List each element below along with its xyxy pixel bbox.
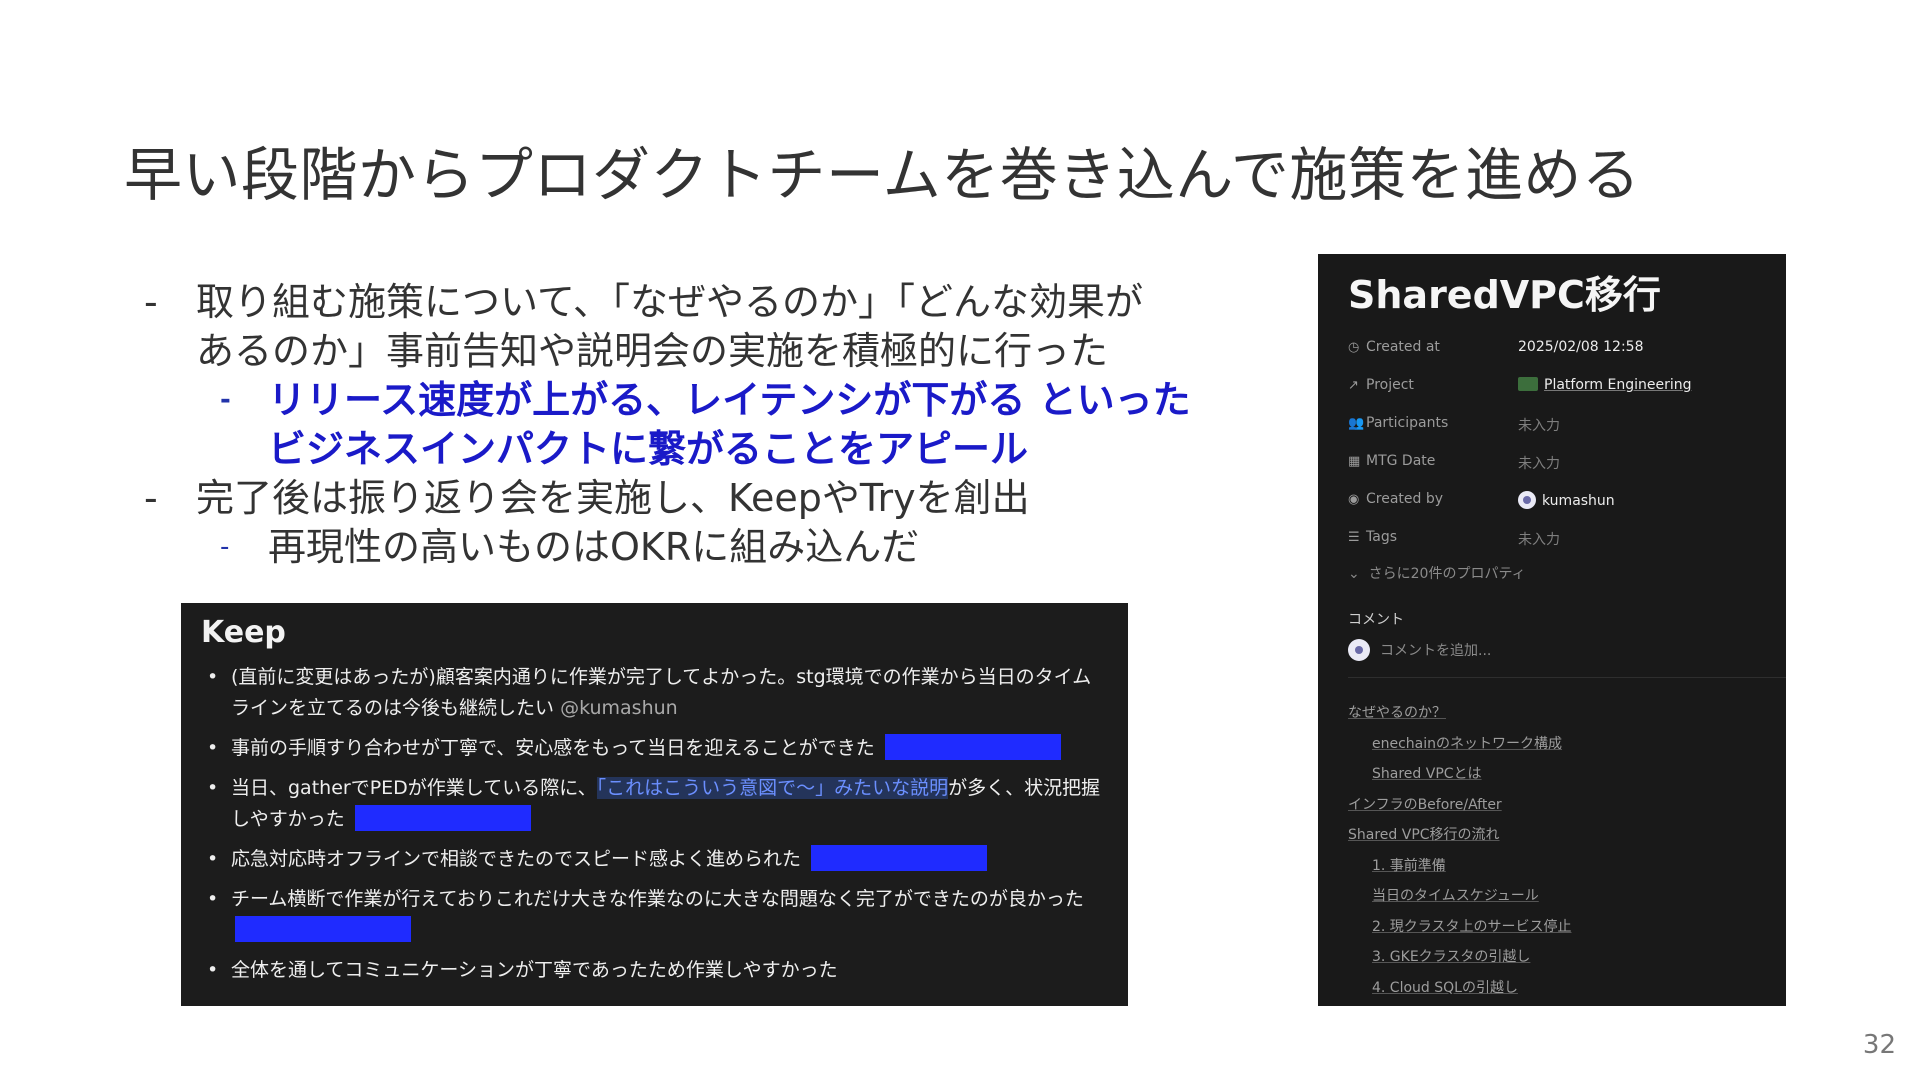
bullet-text: 完了後は振り返り会を実施し、KeepやTryを創出	[196, 476, 1030, 520]
list-icon: ☰	[1348, 530, 1360, 545]
toc-item[interactable]: enechainのネットワーク構成	[1348, 729, 1786, 760]
redaction-block	[235, 916, 411, 942]
keep-list-item: • 全体を通してコミュニケーションが丁寧であったため作業しやすかった	[201, 955, 1108, 986]
bullet-text: 再現性の高いものはOKRに組み込んだ	[268, 525, 920, 569]
bullet-line: あるのか」事前告知や説明会の実施を積極的に行った	[140, 327, 1270, 376]
bullet-line: - 再現性の高いものはOKRに組み込んだ	[140, 523, 1270, 572]
calendar-icon: ▦	[1348, 454, 1361, 469]
keep-item-text: 事前の手順すり合わせが丁寧で、安心感をもって当日を迎えることができた	[231, 737, 875, 759]
property-created-at[interactable]: ◷ Created at 2025/02/08 12:58	[1348, 329, 1786, 367]
keep-item-text: 当日、gatherでPEDが作業している際に、	[231, 777, 597, 799]
bullet-text: あるのか」事前告知や説明会の実施を積極的に行った	[196, 329, 1109, 373]
bullet-list: - 取り組む施策について、「なぜやるのか」「どんな効果が あるのか」事前告知や説…	[140, 278, 1270, 572]
property-label: MTG Date	[1366, 453, 1436, 469]
more-properties-label: さらに20件のプロパティ	[1368, 566, 1526, 582]
toc-item[interactable]: Shared VPC移行の流れ	[1348, 820, 1786, 851]
page-number: 32	[1862, 1030, 1896, 1060]
property-mtg-date[interactable]: ▦ MTG Date 未入力	[1348, 443, 1786, 481]
bullet-dot-icon: •	[207, 777, 219, 799]
property-label: Created by	[1366, 491, 1444, 507]
bullet-dash: -	[220, 532, 230, 562]
property-created-by[interactable]: ◉ Created by kumashun	[1348, 481, 1786, 519]
property-participants[interactable]: 👥 Participants 未入力	[1348, 405, 1786, 443]
bullet-dot-icon: •	[207, 666, 219, 688]
property-tags[interactable]: ☰ Tags 未入力	[1348, 519, 1786, 557]
bullet-text: 取り組む施策について、「なぜやるのか」「どんな効果が	[196, 280, 1143, 324]
property-name: ◉ Created by	[1348, 491, 1443, 507]
property-value: 未入力	[1518, 456, 1560, 472]
table-of-contents: なぜやるのか？ enechainのネットワーク構成 Shared VPCとは イ…	[1348, 698, 1786, 1003]
chevron-down-icon: ⌄	[1348, 566, 1360, 582]
bullet-text: ビジネスインパクトに繋がることをアピール	[268, 427, 1029, 471]
toc-item[interactable]: Shared VPCとは	[1348, 759, 1786, 790]
redaction-block	[884, 734, 1061, 760]
bullet-line: - 取り組む施策について、「なぜやるのか」「どんな効果が	[140, 278, 1270, 327]
keep-list-item: • 事前の手順すり合わせが丁寧で、安心感をもって当日を迎えることができた	[201, 733, 1108, 764]
keep-item-text: チーム横断で作業が行えておりこれだけ大きな作業なのに大きな問題なく完了ができたの…	[231, 888, 1084, 910]
keep-screenshot-panel: Keep • (直前に変更はあったが)顧客案内通りに作業が完了してよかった。st…	[181, 603, 1128, 1006]
bullet-text: リリース速度が上がる、レイテンシが下がる といった	[268, 378, 1191, 422]
bullet-line-emphasis: ビジネスインパクトに繋がることをアピール	[140, 425, 1270, 474]
keep-list: • (直前に変更はあったが)顧客案内通りに作業が完了してよかった。stg環境での…	[201, 662, 1108, 986]
arrow-up-right-icon: ↗	[1348, 378, 1359, 393]
project-link[interactable]: Platform Engineering	[1544, 377, 1692, 393]
toc-item[interactable]: 当日のタイムスケジュール	[1348, 881, 1786, 912]
highlighted-link[interactable]: 「これはこういう意図で〜」みたいな説明	[596, 777, 949, 799]
property-name: 👥 Participants	[1348, 415, 1448, 431]
comment-placeholder: コメントを追加...	[1380, 643, 1492, 659]
property-name: ▦ MTG Date	[1348, 453, 1435, 469]
property-value: 未入力	[1518, 418, 1560, 434]
bullet-dot-icon: •	[207, 888, 219, 910]
user-mention[interactable]: @kumashun	[560, 697, 678, 719]
bullet-dot-icon: •	[207, 959, 219, 981]
redaction-block	[354, 805, 531, 831]
toc-item[interactable]: 4. Cloud SQLの引越し	[1348, 973, 1786, 1004]
toc-item[interactable]: 3. GKEクラスタの引越し	[1348, 942, 1786, 973]
bullet-dash: -	[144, 280, 158, 324]
keep-list-item: • チーム横断で作業が行えておりこれだけ大きな作業なのに大きな問題なく完了ができ…	[201, 884, 1108, 946]
property-value[interactable]: Platform Engineering	[1518, 377, 1692, 393]
keep-item-text: 全体を通してコミュニケーションが丁寧であったため作業しやすかった	[231, 959, 838, 981]
bullet-line-emphasis: - リリース速度が上がる、レイテンシが下がる といった	[140, 376, 1270, 425]
toc-item[interactable]: インフラのBefore/After	[1348, 790, 1786, 821]
people-icon: 👥	[1348, 416, 1365, 431]
toc-item[interactable]: なぜやるのか？	[1348, 698, 1786, 729]
property-name: ◷ Created at	[1348, 339, 1440, 355]
property-name: ☰ Tags	[1348, 529, 1397, 545]
bullet-dot-icon: •	[207, 737, 219, 759]
user-name: kumashun	[1542, 493, 1615, 509]
comment-section-label: コメント	[1348, 612, 1404, 628]
keep-list-item: • 応急対応時オフラインで相談できたのでスピード感よく進められた	[201, 844, 1108, 875]
clock-icon: ◷	[1348, 340, 1360, 355]
notion-page-screenshot: SharedVPC移行 ◷ Created at 2025/02/08 12:58…	[1318, 254, 1786, 1006]
property-label: Created at	[1366, 339, 1440, 355]
keep-list-item: • 当日、gatherでPEDが作業している際に、「これはこういう意図で〜」みた…	[201, 773, 1108, 835]
avatar	[1518, 491, 1536, 509]
project-icon	[1518, 377, 1538, 391]
user-circle-icon: ◉	[1348, 492, 1360, 507]
bullet-dash: -	[220, 385, 231, 415]
property-label: Participants	[1366, 415, 1449, 431]
property-label: Tags	[1366, 529, 1397, 545]
more-properties-toggle[interactable]: ⌄ さらに20件のプロパティ	[1348, 563, 1786, 583]
property-name: ↗ Project	[1348, 377, 1414, 393]
slide-title: 早い段階からプロダクトチームを巻き込んで施策を進める	[124, 141, 1641, 209]
notion-page-title: SharedVPC移行	[1348, 273, 1661, 317]
property-project[interactable]: ↗ Project Platform Engineering	[1348, 367, 1786, 405]
property-label: Project	[1366, 377, 1414, 393]
keep-item-text: 応急対応時オフラインで相談できたのでスピード感よく進められた	[231, 848, 802, 870]
property-value: 2025/02/08 12:58	[1518, 339, 1644, 355]
bullet-dash: -	[144, 476, 158, 520]
toc-item[interactable]: 1. 事前準備	[1348, 851, 1786, 882]
add-comment-field[interactable]: コメントを追加...	[1348, 639, 1786, 678]
keep-heading: Keep	[201, 615, 286, 650]
bullet-line: - 完了後は振り返り会を実施し、KeepやTryを創出	[140, 474, 1270, 523]
bullet-dot-icon: •	[207, 848, 219, 870]
avatar	[1348, 639, 1370, 661]
redaction-block	[811, 845, 988, 871]
toc-item[interactable]: 2. 現クラスタ上のサービス停止	[1348, 912, 1786, 943]
keep-list-item: • (直前に変更はあったが)顧客案内通りに作業が完了してよかった。stg環境での…	[201, 662, 1108, 724]
property-value: 未入力	[1518, 532, 1560, 548]
property-value[interactable]: kumashun	[1518, 491, 1615, 509]
